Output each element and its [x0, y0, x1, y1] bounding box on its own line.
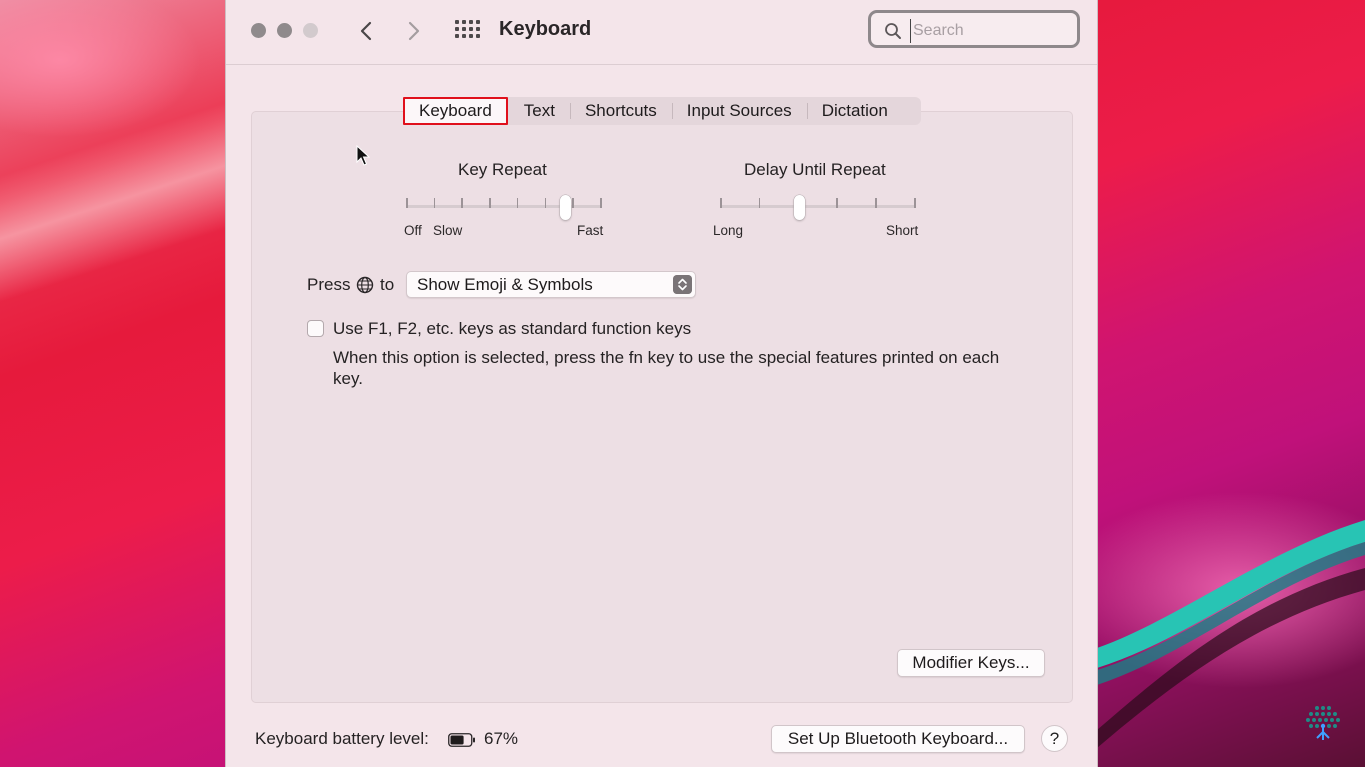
tab-shortcuts[interactable]: Shortcuts [570, 97, 672, 125]
delay-slider-tick [759, 198, 761, 208]
window-title: Keyboard [499, 18, 591, 41]
key-repeat-slow-label: Slow [433, 223, 462, 238]
to-label: to [380, 275, 394, 295]
battery-percent: 67% [484, 729, 518, 749]
close-button[interactable] [251, 23, 266, 38]
delay-slider-knob[interactable] [794, 195, 805, 220]
tab-input-sources[interactable]: Input Sources [672, 97, 807, 125]
battery-icon [448, 733, 476, 747]
delay-slider-tick [914, 198, 916, 208]
key-repeat-slider-tick [572, 198, 574, 208]
help-button[interactable]: ? [1041, 725, 1068, 752]
watermark-logo-icon [1303, 702, 1343, 742]
show-all-grid-icon[interactable] [455, 20, 481, 42]
key-repeat-slider[interactable] [406, 198, 602, 216]
battery-level-label: Keyboard battery level: [255, 729, 429, 749]
system-preferences-window: Keyboard Keyboard Text Shortcuts Input S… [225, 0, 1098, 767]
tab-text[interactable]: Text [509, 97, 570, 125]
globe-key-action-select[interactable]: Show Emoji & Symbols [406, 271, 696, 298]
globe-key-action-value: Show Emoji & Symbols [417, 275, 593, 295]
delay-long-label: Long [713, 223, 743, 238]
search-field[interactable] [868, 10, 1080, 48]
minimize-button[interactable] [277, 23, 292, 38]
zoom-button[interactable] [303, 23, 318, 38]
keyboard-settings-panel [251, 111, 1073, 703]
back-button[interactable] [354, 18, 378, 44]
key-repeat-fast-label: Fast [577, 223, 603, 238]
delay-slider-tick [720, 198, 722, 208]
key-repeat-slider-tick [461, 198, 463, 208]
mouse-pointer-icon [356, 145, 370, 167]
key-repeat-slider-knob[interactable] [560, 195, 571, 220]
key-repeat-slider-tick [434, 198, 436, 208]
function-keys-label: Use F1, F2, etc. keys as standard functi… [333, 319, 691, 339]
key-repeat-slider-tick [545, 198, 547, 208]
tab-dictation[interactable]: Dictation [807, 97, 903, 125]
key-repeat-slider-tick [489, 198, 491, 208]
globe-icon [356, 276, 374, 294]
tab-keyboard[interactable]: Keyboard [403, 97, 508, 125]
function-keys-checkbox[interactable] [307, 320, 324, 337]
key-repeat-slider-tick [600, 198, 602, 208]
modifier-keys-button[interactable]: Modifier Keys... [897, 649, 1045, 677]
key-repeat-label: Key Repeat [458, 160, 547, 180]
key-repeat-off-label: Off [404, 223, 422, 238]
title-bar: Keyboard [226, 0, 1097, 65]
setup-bluetooth-keyboard-button[interactable]: Set Up Bluetooth Keyboard... [771, 725, 1025, 753]
function-keys-description: When this option is selected, press the … [333, 347, 1013, 389]
tab-bar: Keyboard Text Shortcuts Input Sources Di… [403, 97, 921, 125]
delay-short-label: Short [886, 223, 918, 238]
search-input[interactable] [910, 19, 1075, 43]
forward-button[interactable] [402, 18, 426, 44]
delay-until-repeat-label: Delay Until Repeat [744, 160, 886, 180]
key-repeat-slider-tick [406, 198, 408, 208]
updown-chevron-icon [673, 275, 692, 294]
search-icon [884, 22, 902, 40]
delay-slider-tick [836, 198, 838, 208]
delay-until-repeat-slider[interactable] [720, 198, 916, 216]
key-repeat-slider-tick [517, 198, 519, 208]
press-label: Press [307, 275, 350, 295]
delay-slider-tick [875, 198, 877, 208]
